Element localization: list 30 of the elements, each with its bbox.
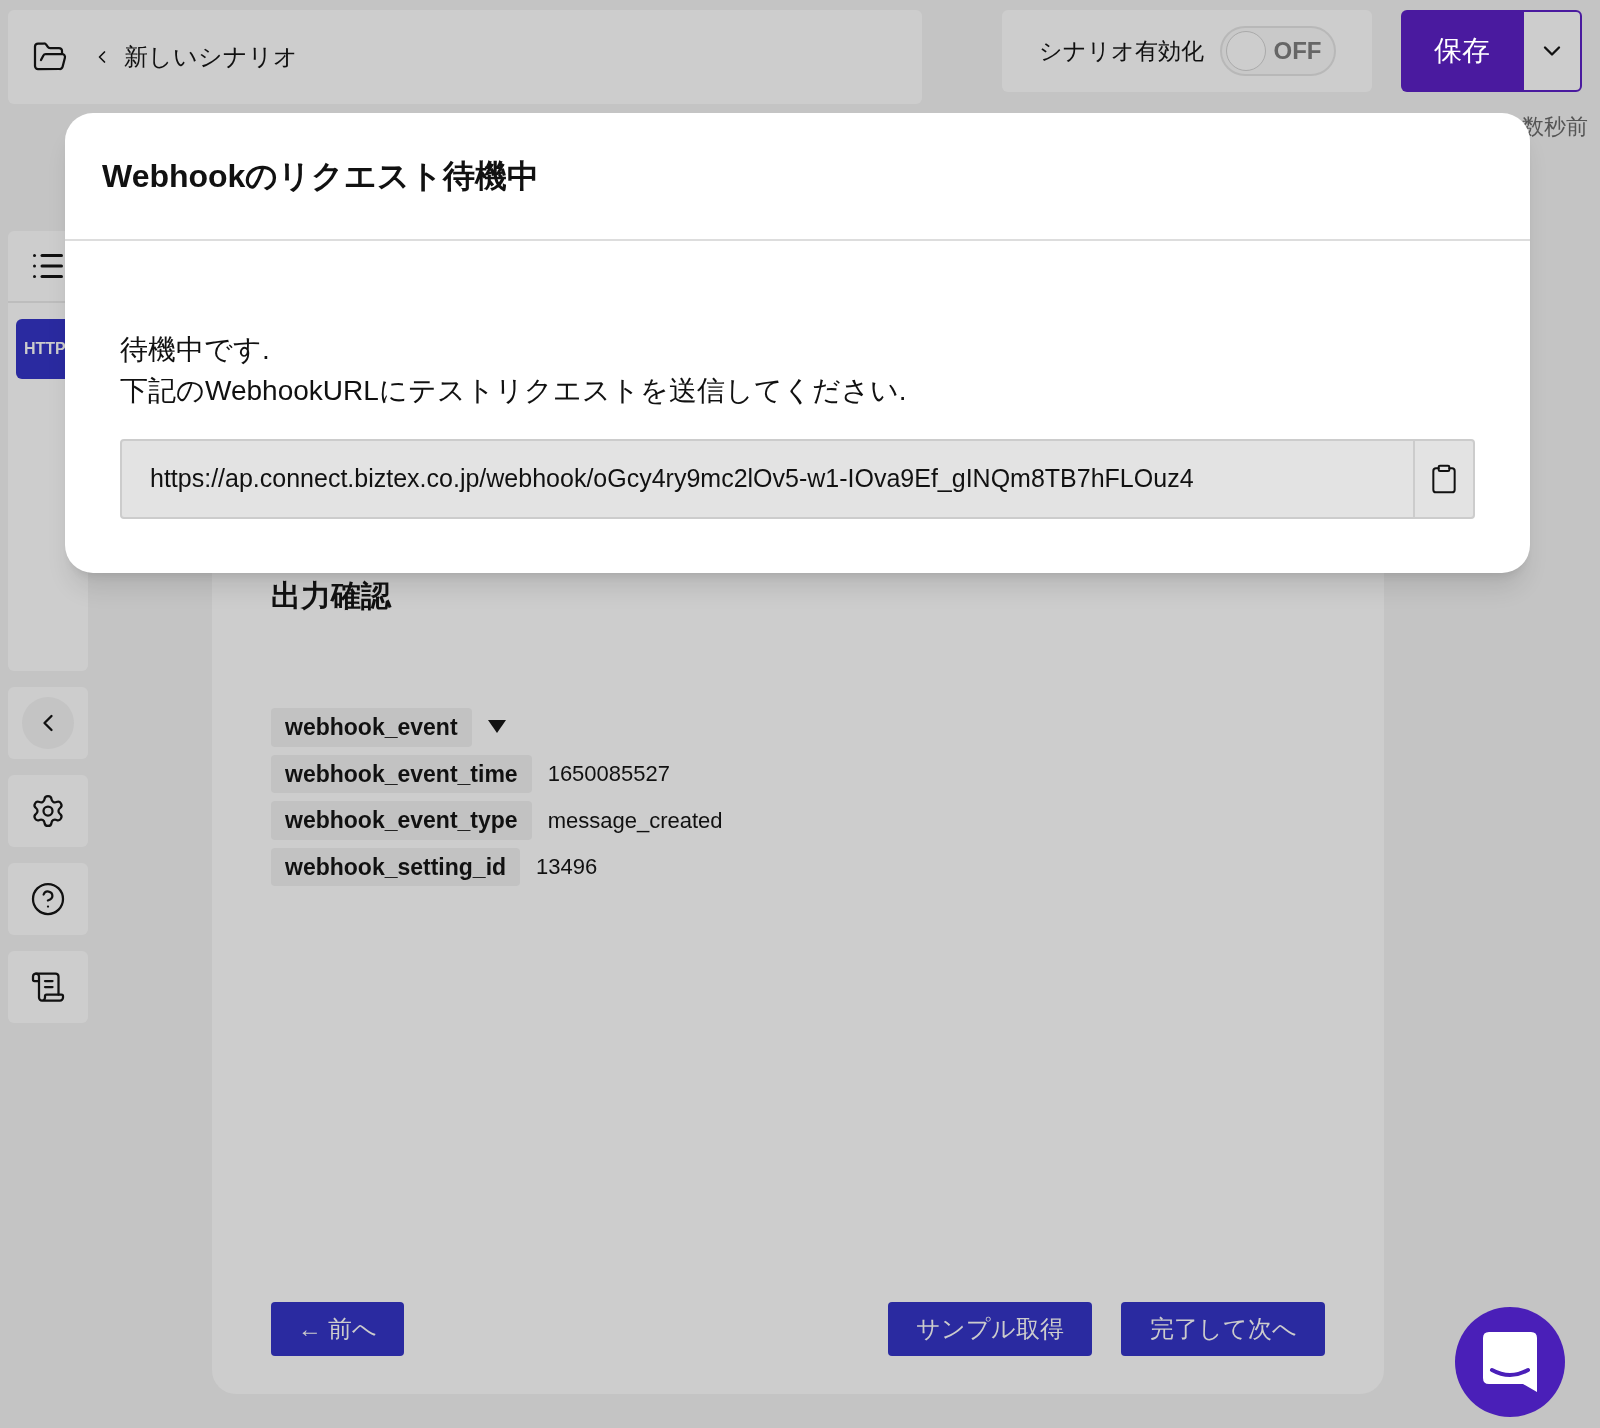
field-key: webhook_event_type [271, 801, 532, 840]
field-value: message_created [547, 806, 723, 835]
next-button[interactable]: 完了して次へ [1121, 1302, 1325, 1356]
field-value: 1650085527 [547, 760, 670, 789]
collapse-button[interactable] [22, 697, 74, 749]
chat-icon [1483, 1332, 1537, 1392]
field-value: 13496 [536, 853, 598, 882]
scroll-icon [30, 969, 66, 1005]
url-text: https://ap.connect.biztex.co.jp/webhook/oGcy4ry9mc2lOv5-w1-IOva9Ef_gINQm8TB7hFLOuz4 [149, 463, 1195, 495]
section-heading: 出力確認 [271, 578, 393, 614]
field-key: webhook_event [271, 708, 472, 747]
sidebar-button[interactable] [8, 951, 88, 1023]
field-key: webhook_event_time [271, 754, 532, 793]
modal-title: Webhookのリクエスト待機中 [102, 157, 540, 196]
sample-button[interactable]: サンプル取得 [888, 1302, 1092, 1356]
sidebar-button[interactable] [8, 863, 88, 935]
save-menu-button[interactable] [1522, 10, 1582, 92]
modal-message: 下記のWebhookURLにテストリクエストを送信してください. [120, 374, 908, 408]
sidebar-button[interactable] [8, 775, 88, 847]
scenario-title: 新しいシナリオ [124, 42, 298, 72]
url-field[interactable]: https://ap.connect.biztex.co.jp/webhook/oGcy4ry9mc2lOv5-w1-IOva9Ef_gINQm8TB7hFLOuz4 [120, 439, 1475, 519]
settings-icon [30, 793, 66, 829]
help-icon [30, 881, 66, 917]
modal-message: 待機中です. [120, 333, 271, 367]
caret-icon[interactable] [487, 720, 506, 735]
save-button[interactable]: 保存 [1401, 10, 1522, 92]
enable-switch[interactable]: OFF [1219, 26, 1336, 76]
field-key: webhook_setting_id [271, 847, 521, 886]
back-button[interactable]: ← 前へ [271, 1302, 404, 1356]
toggle-label: シナリオ有効化 [1038, 36, 1204, 66]
